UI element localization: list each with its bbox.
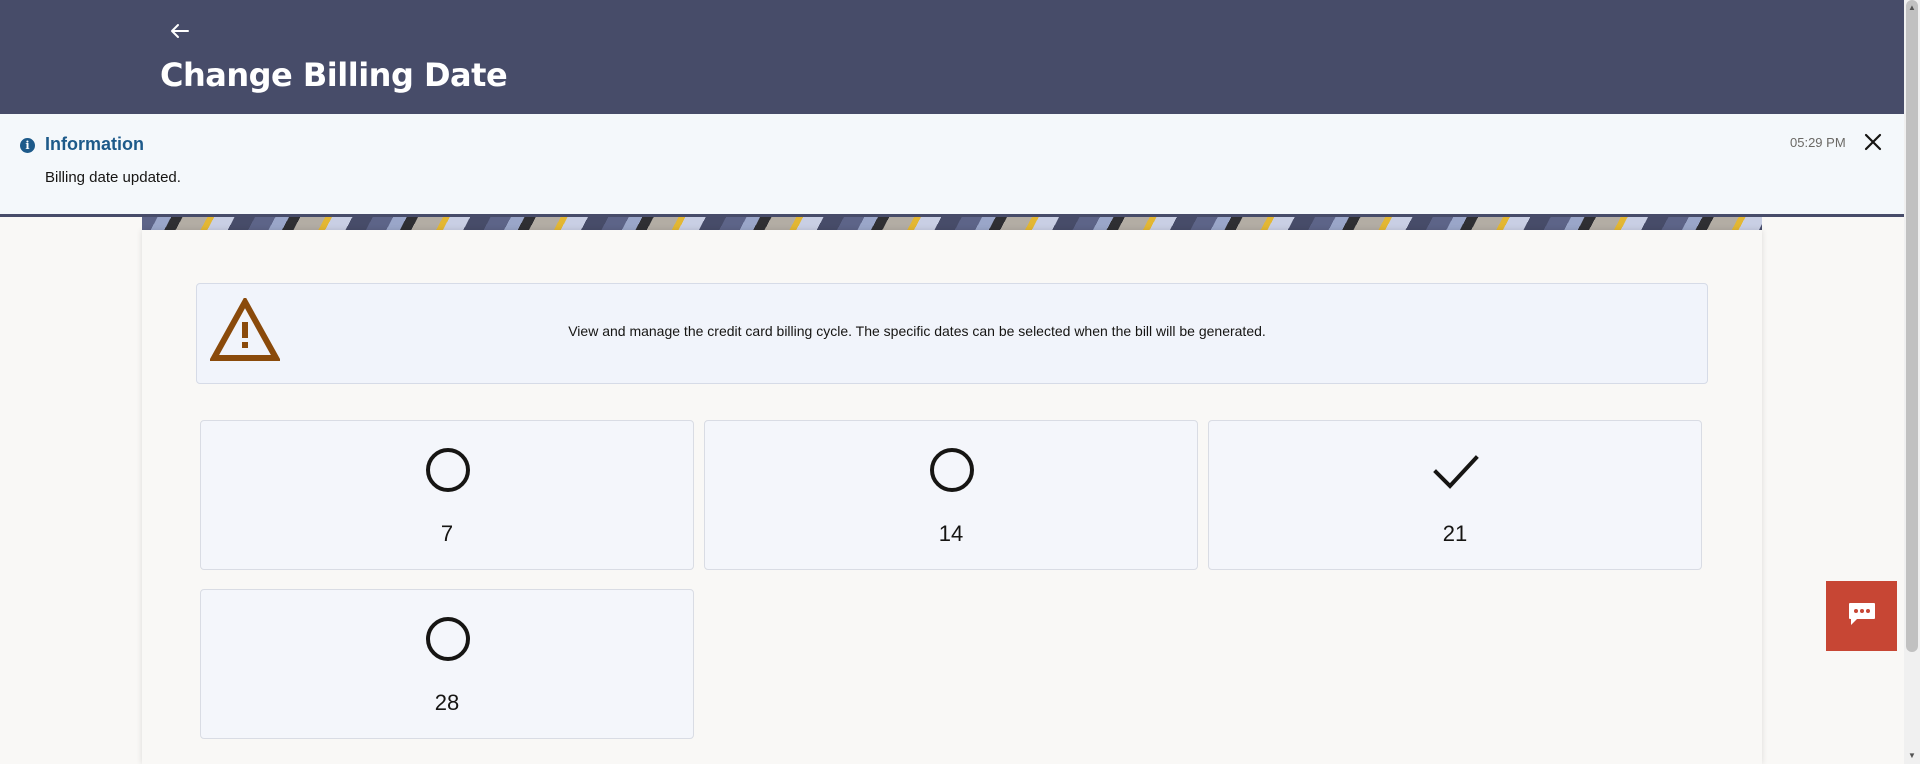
arrow-left-icon [170,18,190,46]
billing-date-label: 28 [434,690,460,715]
chat-button[interactable] [1826,581,1897,651]
scroll-up-icon[interactable]: ▲ [1906,2,1918,14]
info-icon: i [20,138,35,153]
billing-date-option-28[interactable]: 28 [200,589,694,739]
back-button[interactable] [166,18,194,46]
billing-date-label: 21 [1442,521,1468,546]
billing-date-label: 7 [440,521,454,546]
page: Change Billing Date i Information Billin… [0,0,1920,764]
info-notification [0,114,1904,217]
check-icon [1433,447,1479,493]
scrollbar-thumb[interactable] [1906,0,1918,652]
chat-icon [1847,601,1877,632]
notification-time: 05:29 PM [1790,135,1846,150]
notification-title: Information [45,134,144,154]
billing-date-option-14[interactable]: 14 [704,420,1198,570]
billing-date-option-21[interactable]: 21 [1208,420,1702,570]
alert-text: View and manage the credit card billing … [568,323,1266,339]
close-icon [1864,133,1882,156]
page-header: Change Billing Date [0,0,1904,114]
notification-message: Billing date updated. [45,169,181,186]
billing-date-option-7[interactable]: 7 [200,420,694,570]
scroll-down-icon[interactable]: ▼ [1906,750,1918,762]
close-notification-button[interactable] [1860,131,1886,157]
radio-unselected-icon [425,447,471,493]
radio-unselected-icon [929,447,975,493]
billing-date-label: 14 [938,521,964,546]
warning-icon [208,295,282,362]
page-title: Change Billing Date [160,56,508,94]
radio-unselected-icon [425,616,471,662]
